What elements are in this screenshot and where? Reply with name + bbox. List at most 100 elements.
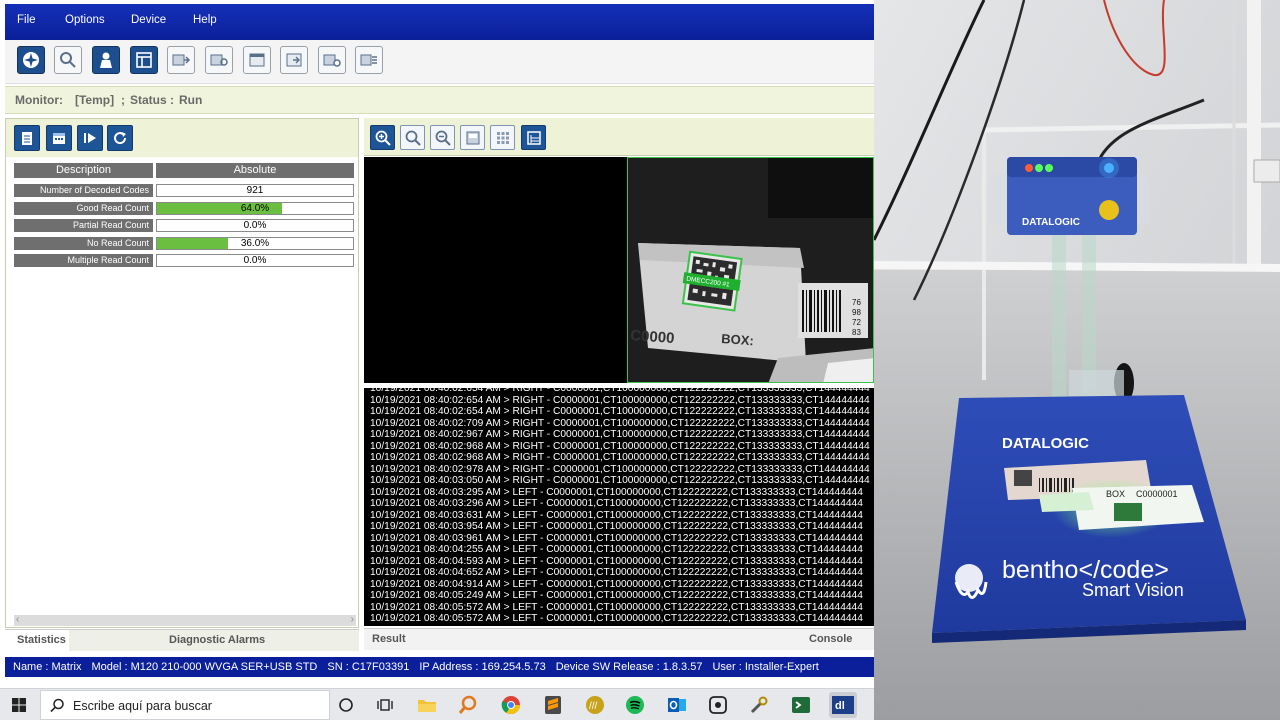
app-icon-2 [709, 696, 727, 714]
layout-icon [136, 52, 152, 68]
spotify-button[interactable] [622, 692, 648, 718]
svg-text:///: /// [589, 701, 598, 712]
zoom-out-button[interactable] [430, 125, 455, 150]
grid-view-button[interactable] [490, 125, 515, 150]
toolbar-window-button-2[interactable] [280, 46, 308, 74]
zoom-in-button[interactable] [370, 125, 395, 150]
toolbar-device-button-1[interactable] [167, 46, 195, 74]
main-toolbar [5, 40, 874, 84]
stats-row-value-box: 0.0% [156, 219, 354, 232]
play-icon [84, 133, 96, 143]
zoom-fit-icon [405, 130, 421, 146]
datalogic-button[interactable]: dl [829, 692, 857, 718]
toolbar-discovery-button[interactable] [54, 46, 82, 74]
toolbar-window-button-1[interactable] [243, 46, 271, 74]
calendar-icon [53, 133, 65, 144]
sublime-icon [545, 696, 561, 714]
zoom-in-icon [375, 130, 391, 146]
toolbar-device-button-3[interactable] [318, 46, 346, 74]
terminal-icon [792, 697, 810, 713]
dl-sentinel-window: File Options Device Help Monitor: [Temp]… [0, 0, 874, 688]
image-viewer[interactable]: 76 98 72 83 DMECC200 #1 BOX: C0000 [364, 157, 874, 383]
user-icon [100, 52, 112, 68]
status-serial-number: SN : C17F03391 [327, 661, 410, 673]
sublime-button[interactable] [540, 692, 566, 718]
image-list-button[interactable] [521, 125, 546, 150]
menu-help[interactable]: Help [193, 14, 217, 26]
cortana-icon [339, 698, 353, 712]
stats-row-value-box: 921 [156, 184, 354, 197]
stats-row-value: 0.0% [243, 220, 267, 231]
toolbar-user-button[interactable] [92, 46, 120, 74]
left-bottom-tabs: Statistics Diagnostic Alarms [5, 629, 359, 651]
stats-row-value: 64.0% [240, 202, 270, 214]
barcode-digits-1: 76 [852, 298, 861, 307]
outlook-button[interactable] [664, 692, 690, 718]
console-line: 10/19/2021 08:40:03:961 AM > LEFT - C000… [370, 532, 863, 544]
search-app-button[interactable] [455, 692, 481, 718]
menu-options[interactable]: Options [65, 14, 105, 26]
search-devices-icon [60, 52, 76, 68]
datalogic-icon: dl [832, 696, 854, 714]
taskbar-search-box[interactable]: Escribe aquí para buscar [40, 690, 330, 720]
app-button-2[interactable] [705, 692, 731, 718]
monitor-label: Monitor: [15, 93, 63, 107]
app-button[interactable]: /// [582, 692, 608, 718]
console-line: 10/19/2021 08:40:02:654 AM > RIGHT - C00… [370, 388, 870, 394]
tab-result[interactable]: Result [372, 629, 406, 650]
tab-diagnostic-alarms[interactable]: Diagnostic Alarms [169, 630, 265, 651]
toolbar-layout-button[interactable] [130, 46, 158, 74]
stats-row: Partial Read Count 0.0% [14, 219, 354, 232]
stats-row-label: Good Read Count [14, 201, 153, 215]
scanner-photo-illustration: DATALOGIC DATALOGIC BOX C0000001 bentho<… [874, 0, 1280, 720]
save-image-button[interactable] [460, 125, 485, 150]
image-toolbar [364, 118, 874, 156]
file-explorer-button[interactable] [414, 692, 440, 718]
chrome-icon [501, 696, 520, 715]
cortana-button[interactable] [333, 692, 359, 718]
file-explorer-icon [418, 700, 436, 712]
compass-icon [23, 52, 39, 68]
terminal-button[interactable] [788, 692, 814, 718]
search-app-icon [458, 695, 477, 714]
menu-file[interactable]: File [17, 14, 36, 26]
play-button[interactable] [77, 125, 103, 151]
stats-row-value: 0.0% [243, 255, 267, 266]
console-line: 10/19/2021 08:40:02:967 AM > RIGHT - C00… [370, 429, 870, 440]
tools-button[interactable] [746, 692, 772, 718]
camera-image: 76 98 72 83 DMECC200 #1 BOX: C0000 [627, 157, 874, 383]
console-log[interactable]: 10/19/2021 08:40:02:654 AM > RIGHT - C00… [364, 388, 874, 626]
menu-device[interactable]: Device [131, 14, 166, 26]
task-view-button[interactable] [372, 692, 398, 718]
stats-row-value-box: 36.0% [156, 236, 354, 250]
zoom-fit-button[interactable] [400, 125, 425, 150]
toolbar-device-button-4[interactable] [355, 46, 383, 74]
windows-taskbar: Escribe aquí para buscar /// dl [0, 688, 874, 720]
calendar-button[interactable] [46, 125, 72, 151]
refresh-icon [114, 132, 127, 145]
toolbar-device-button-2[interactable] [205, 46, 233, 74]
status-ip-address: IP Address : 169.254.5.73 [419, 661, 546, 673]
scroll-right-icon[interactable]: › [351, 614, 354, 625]
chrome-button[interactable] [498, 692, 524, 718]
stats-header-absolute: Absolute [156, 163, 354, 178]
stats-row: Multiple Read Count 0.0% [14, 254, 354, 267]
toolbar-getting-started-button[interactable] [17, 46, 45, 74]
monitor-temp: [Temp] [75, 93, 115, 107]
card-box-label: BOX [1106, 489, 1125, 499]
card-code-label: C0000001 [1136, 489, 1178, 499]
product-name-line2: Smart Vision [1082, 580, 1184, 600]
console-line: 10/19/2021 08:40:05:572 AM > LEFT - C000… [370, 613, 863, 624]
refresh-button[interactable] [107, 125, 133, 151]
tab-console[interactable]: Console [809, 629, 852, 650]
stats-row-label: Multiple Read Count [14, 254, 153, 267]
console-line: 10/19/2021 08:40:05:249 AM > LEFT - C000… [370, 590, 863, 601]
stats-row: No Read Count 36.0% [14, 236, 354, 250]
horizontal-scrollbar[interactable]: ‹ › [14, 614, 356, 626]
clipboard-button[interactable] [14, 125, 40, 151]
windows-start-button[interactable] [6, 692, 32, 718]
tab-statistics[interactable]: Statistics [5, 630, 69, 651]
stats-row-value: 921 [246, 185, 264, 196]
scroll-left-icon[interactable]: ‹ [16, 614, 19, 625]
console-line: 10/19/2021 08:40:03:050 AM > RIGHT - C00… [370, 475, 870, 486]
